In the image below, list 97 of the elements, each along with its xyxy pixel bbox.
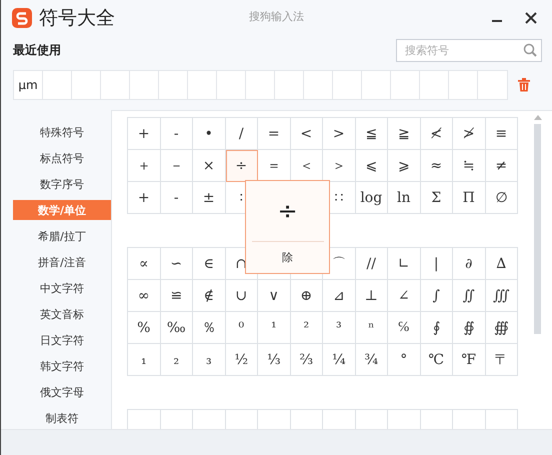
symbol-cell[interactable]: - <box>160 182 193 214</box>
symbol-cell[interactable]: ≒ <box>453 150 486 182</box>
symbol-cell[interactable]: Π <box>453 182 486 214</box>
symbol-cell[interactable]: ln <box>388 182 420 214</box>
symbol-cell[interactable]: ÷ <box>226 150 258 182</box>
symbol-cell[interactable]: ∮ <box>420 312 453 344</box>
symbol-cell[interactable]: 〒 <box>486 344 518 376</box>
symbol-cell[interactable]: ⩾ <box>388 150 420 182</box>
symbol-cell[interactable]: ∉ <box>193 280 226 312</box>
category-item[interactable]: 日文字符 <box>13 330 111 350</box>
category-item[interactable]: 韩文字符 <box>13 356 111 376</box>
symbol-cell[interactable]: ℅ <box>388 312 420 344</box>
trash-icon[interactable] <box>518 78 530 92</box>
logo-icon <box>11 7 33 29</box>
symbol-cell[interactable]: ∅ <box>486 182 518 214</box>
symbol-cell[interactable]: - <box>160 118 193 150</box>
app-name: 搜狗输入法 <box>249 9 304 24</box>
symbol-cell[interactable]: % <box>128 312 160 344</box>
symbol-cell[interactable]: ℉ <box>453 344 486 376</box>
symbol-cell[interactable]: ⊕ <box>290 280 323 312</box>
symbol-cell[interactable]: ≮ <box>420 118 453 150</box>
symbol-cell[interactable]: ⅓ <box>258 344 290 376</box>
symbol-cell[interactable]: ∆ <box>486 248 518 280</box>
symbol-cell[interactable]: ≈ <box>420 150 453 182</box>
symbol-cell[interactable]: ≯ <box>453 118 486 150</box>
symbol-cell[interactable]: / <box>226 118 258 150</box>
symbol-cell[interactable]: ⁰ <box>226 312 258 344</box>
category-item[interactable]: 中文字符 <box>13 278 111 298</box>
symbol-cell[interactable]: ∠ <box>388 280 420 312</box>
symbol-cell[interactable]: ∈ <box>193 248 226 280</box>
symbol-cell[interactable]: Σ <box>420 182 453 214</box>
recent-label: 最近使用 <box>13 42 61 58</box>
symbol-cell[interactable]: ¾ <box>356 344 388 376</box>
preview-symbol: ÷ <box>277 196 298 227</box>
symbol-cell[interactable]: ³ <box>323 312 356 344</box>
category-item[interactable]: 英文音标 <box>13 304 111 324</box>
category-item[interactable]: 俄文字母 <box>13 382 111 402</box>
symbol-cell[interactable]: ∯ <box>453 312 486 344</box>
category-item[interactable]: 拼音/注音 <box>13 252 111 272</box>
symbol-cell[interactable]: ∭ <box>486 280 518 312</box>
symbol-cell[interactable]: ⁿ <box>356 312 388 344</box>
symbol-cell[interactable]: ∞ <box>128 280 160 312</box>
category-item[interactable]: 特殊符号 <box>13 122 111 142</box>
symbol-cell[interactable]: + <box>128 118 160 150</box>
window-title: 符号大全 <box>39 6 115 31</box>
search-field[interactable]: 搜索符号 <box>396 38 542 62</box>
symbol-cell[interactable]: ¼ <box>323 344 356 376</box>
symbol-cell[interactable]: ₂ <box>160 344 193 376</box>
symbol-cell[interactable]: // <box>356 248 388 280</box>
symbol-cell[interactable]: > <box>323 118 356 150</box>
symbol-cell[interactable]: ² <box>290 312 323 344</box>
symbol-cell[interactable]: ≧ <box>388 118 420 150</box>
symbol-cell[interactable]: ≌ <box>160 280 193 312</box>
search-icon[interactable] <box>523 43 537 57</box>
symbol-cell[interactable]: ⊥ <box>356 280 388 312</box>
close-icon[interactable] <box>525 12 537 24</box>
symbol-cell[interactable]: = <box>258 118 290 150</box>
symbol-cell[interactable]: ∂ <box>453 248 486 280</box>
category-item[interactable]: 标点符号 <box>13 148 111 168</box>
symbol-cell[interactable]: ∨ <box>258 280 290 312</box>
symbol-cell[interactable]: ≦ <box>356 118 388 150</box>
symbol-cell[interactable]: ½ <box>226 344 258 376</box>
symbol-cell[interactable]: ⊿ <box>323 280 356 312</box>
symbol-description: 除 <box>282 250 293 265</box>
symbol-cell[interactable]: × <box>193 150 226 182</box>
symbol-cell[interactable]: ± <box>193 182 226 214</box>
symbol-cell[interactable]: ∫ <box>420 280 453 312</box>
category-item[interactable]: 制表符 <box>13 408 111 428</box>
symbol-cell[interactable]: ％ <box>193 312 226 344</box>
symbol-cell[interactable]: ₁ <box>128 344 160 376</box>
symbol-cell[interactable]: － <box>160 150 193 182</box>
symbol-cell[interactable]: ≡ <box>486 118 518 150</box>
symbol-cell[interactable]: ∬ <box>453 280 486 312</box>
symbol-cell[interactable]: ° <box>388 344 420 376</box>
symbol-cell[interactable]: | <box>420 248 453 280</box>
symbol-cell[interactable]: ∟ <box>388 248 420 280</box>
symbol-cell[interactable]: ∰ <box>486 312 518 344</box>
symbol-cell[interactable]: ⩽ <box>356 150 388 182</box>
symbol-cell[interactable]: log <box>356 182 388 214</box>
symbol-cell[interactable]: ₃ <box>193 344 226 376</box>
symbol-cell[interactable]: • <box>193 118 226 150</box>
symbol-cell[interactable]: ¹ <box>258 312 290 344</box>
symbol-cell[interactable]: ＋ <box>128 150 160 182</box>
category-item[interactable]: 希腊/拉丁 <box>13 226 111 246</box>
symbol-cell[interactable]: < <box>290 118 323 150</box>
symbol-cell[interactable]: ≠ <box>486 150 518 182</box>
symbol-cell[interactable]: ℃ <box>420 344 453 376</box>
symbol-cell[interactable]: ⅔ <box>290 344 323 376</box>
symbol-cell[interactable]: ∽ <box>160 248 193 280</box>
search-input[interactable]: 搜索符号 <box>403 42 523 58</box>
category-item[interactable]: 数字序号 <box>13 174 111 194</box>
symbol-cell[interactable]: ∪ <box>226 280 258 312</box>
scrollbar-thumb[interactable] <box>534 124 541 334</box>
symbol-cell[interactable]: ＜ <box>290 150 323 182</box>
symbol-cell[interactable]: + <box>128 182 160 214</box>
symbol-cell[interactable]: ∝ <box>128 248 160 280</box>
symbol-cell[interactable]: ‰ <box>160 312 193 344</box>
